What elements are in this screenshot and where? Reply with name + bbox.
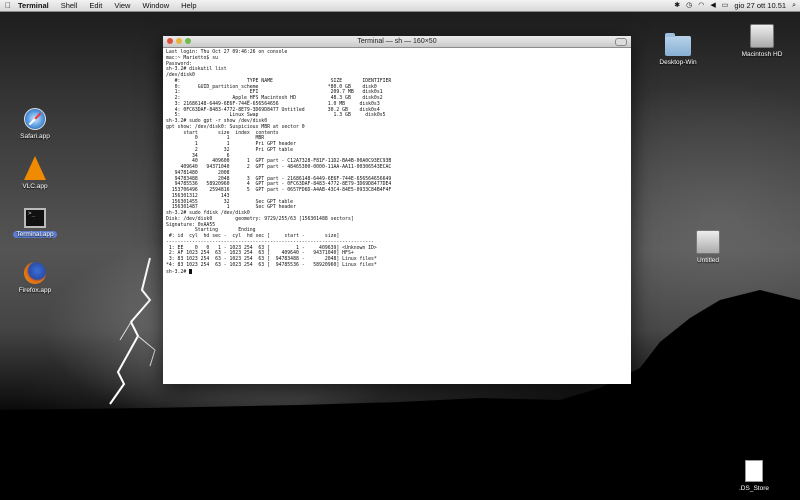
desktop-icon-macintosh-hd[interactable]: Macintosh HD	[727, 24, 797, 58]
menu-edit[interactable]: Edit	[83, 0, 108, 11]
close-button[interactable]	[167, 38, 173, 44]
safari-icon	[24, 108, 46, 130]
desktop-icon-safari[interactable]: Safari.app	[0, 108, 70, 140]
desktop-icon-label: VLC.app	[22, 183, 48, 190]
menu-help[interactable]: Help	[175, 0, 202, 11]
hard-drive-icon	[750, 24, 774, 48]
bluetooth-icon[interactable]: ✱	[674, 0, 680, 11]
desktop-icon-label: Terminal.app	[13, 231, 57, 238]
desktop-icon-label: Desktop-Win	[659, 59, 697, 66]
menu-shell[interactable]: Shell	[55, 0, 84, 11]
desktop-icon-untitled[interactable]: Untitled	[673, 230, 743, 264]
desktop-icon-label: .DS_Store	[739, 485, 769, 492]
hard-drive-icon	[696, 230, 720, 254]
spotlight-search-icon[interactable]: ⌕	[792, 0, 796, 11]
terminal-icon: >_	[24, 208, 46, 228]
terminal-line: sh-3.2#	[166, 268, 628, 276]
menu-view[interactable]: View	[108, 0, 136, 11]
wifi-icon[interactable]: ◠	[698, 0, 704, 11]
toolbar-toggle-button[interactable]	[615, 38, 627, 46]
menu-clock[interactable]: gio 27 ott 10.51	[734, 0, 786, 11]
window-title: Terminal — sh — 160×50	[357, 38, 437, 45]
desktop-icon-label: Firefox.app	[18, 287, 52, 294]
desktop-icon-label: Macintosh HD	[741, 51, 783, 58]
folder-icon	[665, 33, 691, 56]
firefox-icon	[24, 262, 46, 284]
desktop-icon-firefox[interactable]: Firefox.app	[0, 262, 70, 294]
menu-bar:  Terminal Shell Edit View Window Help ✱…	[0, 0, 800, 12]
terminal-output[interactable]: Last login: Thu Oct 27 09:46:26 on conso…	[163, 48, 631, 382]
desktop-icon-desktop-win[interactable]: Desktop-Win	[643, 33, 713, 66]
text-cursor	[189, 268, 193, 274]
terminal-window[interactable]: Terminal — sh — 160×50 Last login: Thu O…	[163, 36, 631, 384]
desktop-icon-vlc[interactable]: VLC.app	[0, 156, 70, 190]
vlc-cone-icon	[24, 156, 46, 180]
minimize-button[interactable]	[176, 38, 182, 44]
menu-app-name[interactable]: Terminal	[16, 0, 55, 11]
zoom-button[interactable]	[185, 38, 191, 44]
window-title-bar[interactable]: Terminal — sh — 160×50	[163, 36, 631, 48]
desktop-icon-ds-store[interactable]: .DS_Store	[719, 460, 789, 492]
volume-icon[interactable]: ◀	[710, 0, 715, 11]
apple-menu-icon[interactable]: 	[0, 0, 16, 11]
desktop-icon-label: Untitled	[696, 257, 720, 264]
document-icon	[745, 460, 763, 482]
desktop-icon-terminal[interactable]: >_ Terminal.app	[0, 208, 70, 238]
time-machine-icon[interactable]: ◷	[686, 0, 692, 11]
battery-icon[interactable]: ▭	[722, 0, 729, 11]
desktop-icon-label: Safari.app	[20, 133, 50, 140]
menu-window[interactable]: Window	[136, 0, 175, 11]
